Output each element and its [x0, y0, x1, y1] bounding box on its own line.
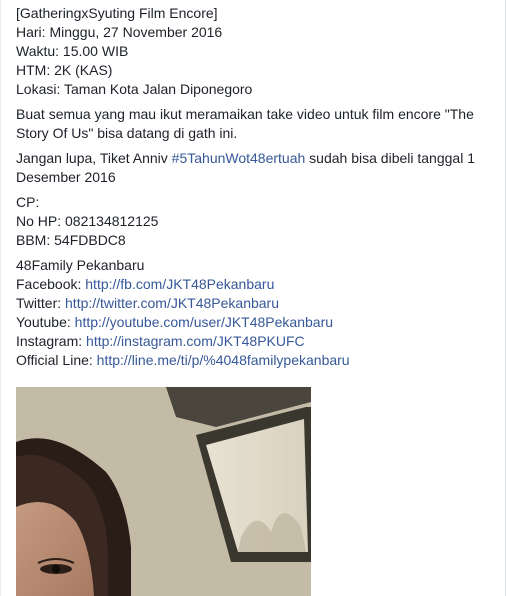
invite-text: Buat semua yang mau ikut meramaikan take… — [16, 106, 474, 141]
youtube-row: Youtube: http://youtube.com/user/JKT48Pe… — [16, 313, 498, 332]
event-price: HTM: 2K (KAS) — [16, 62, 113, 78]
line-link[interactable]: http://line.me/ti/p/%4048familypekanbaru — [97, 352, 350, 368]
twitter-link[interactable]: http://twitter.com/JKT48Pekanbaru — [65, 295, 279, 311]
contact-bbm: BBM: 54FDBDC8 — [16, 232, 126, 248]
social-links: 48Family Pekanbaru Facebook: http://fb.c… — [16, 256, 498, 370]
event-time: Waktu: 15.00 WIB — [16, 43, 129, 59]
post-text: [GatheringxSyuting Film Encore] Hari: Mi… — [16, 4, 498, 376]
youtube-link[interactable]: http://youtube.com/user/JKT48Pekanbaru — [75, 314, 333, 330]
hashtag-link[interactable]: #5TahunWot48ertuah — [172, 150, 306, 166]
post-card: [GatheringxSyuting Film Encore] Hari: Mi… — [0, 0, 506, 596]
youtube-label: Youtube: — [16, 314, 75, 330]
event-title: [GatheringxSyuting Film Encore] — [16, 5, 218, 21]
photo-illustration — [16, 387, 311, 596]
line-row: Official Line: http://line.me/ti/p/%4048… — [16, 351, 498, 370]
group-name: 48Family Pekanbaru — [16, 257, 145, 273]
reminder-text: Jangan lupa, Tiket Anniv #5TahunWot48ert… — [16, 149, 498, 187]
line-label: Official Line: — [16, 352, 97, 368]
post-photo[interactable] — [16, 387, 311, 596]
contact-info: CP: No HP: 082134812125 BBM: 54FDBDC8 — [16, 193, 498, 250]
contact-phone: No HP: 082134812125 — [16, 213, 159, 229]
contact-heading: CP: — [16, 194, 40, 210]
instagram-label: Instagram: — [16, 333, 87, 349]
facebook-label: Facebook: — [16, 276, 86, 292]
event-location: Lokasi: Taman Kota Jalan Diponegoro — [16, 81, 253, 97]
event-day: Hari: Minggu, 27 November 2016 — [16, 24, 223, 40]
twitter-label: Twitter: — [16, 295, 66, 311]
instagram-link[interactable]: http://instagram.com/JKT48PKUFC — [86, 333, 305, 349]
instagram-row: Instagram: http://instagram.com/JKT48PKU… — [16, 332, 498, 351]
event-details: [GatheringxSyuting Film Encore] Hari: Mi… — [16, 4, 498, 99]
facebook-link[interactable]: http://fb.com/JKT48Pekanbaru — [85, 276, 274, 292]
twitter-row: Twitter: http://twitter.com/JKT48Pekanba… — [16, 294, 498, 313]
reminder-before: Jangan lupa, Tiket Anniv — [16, 150, 172, 166]
facebook-row: Facebook: http://fb.com/JKT48Pekanbaru — [16, 275, 498, 294]
